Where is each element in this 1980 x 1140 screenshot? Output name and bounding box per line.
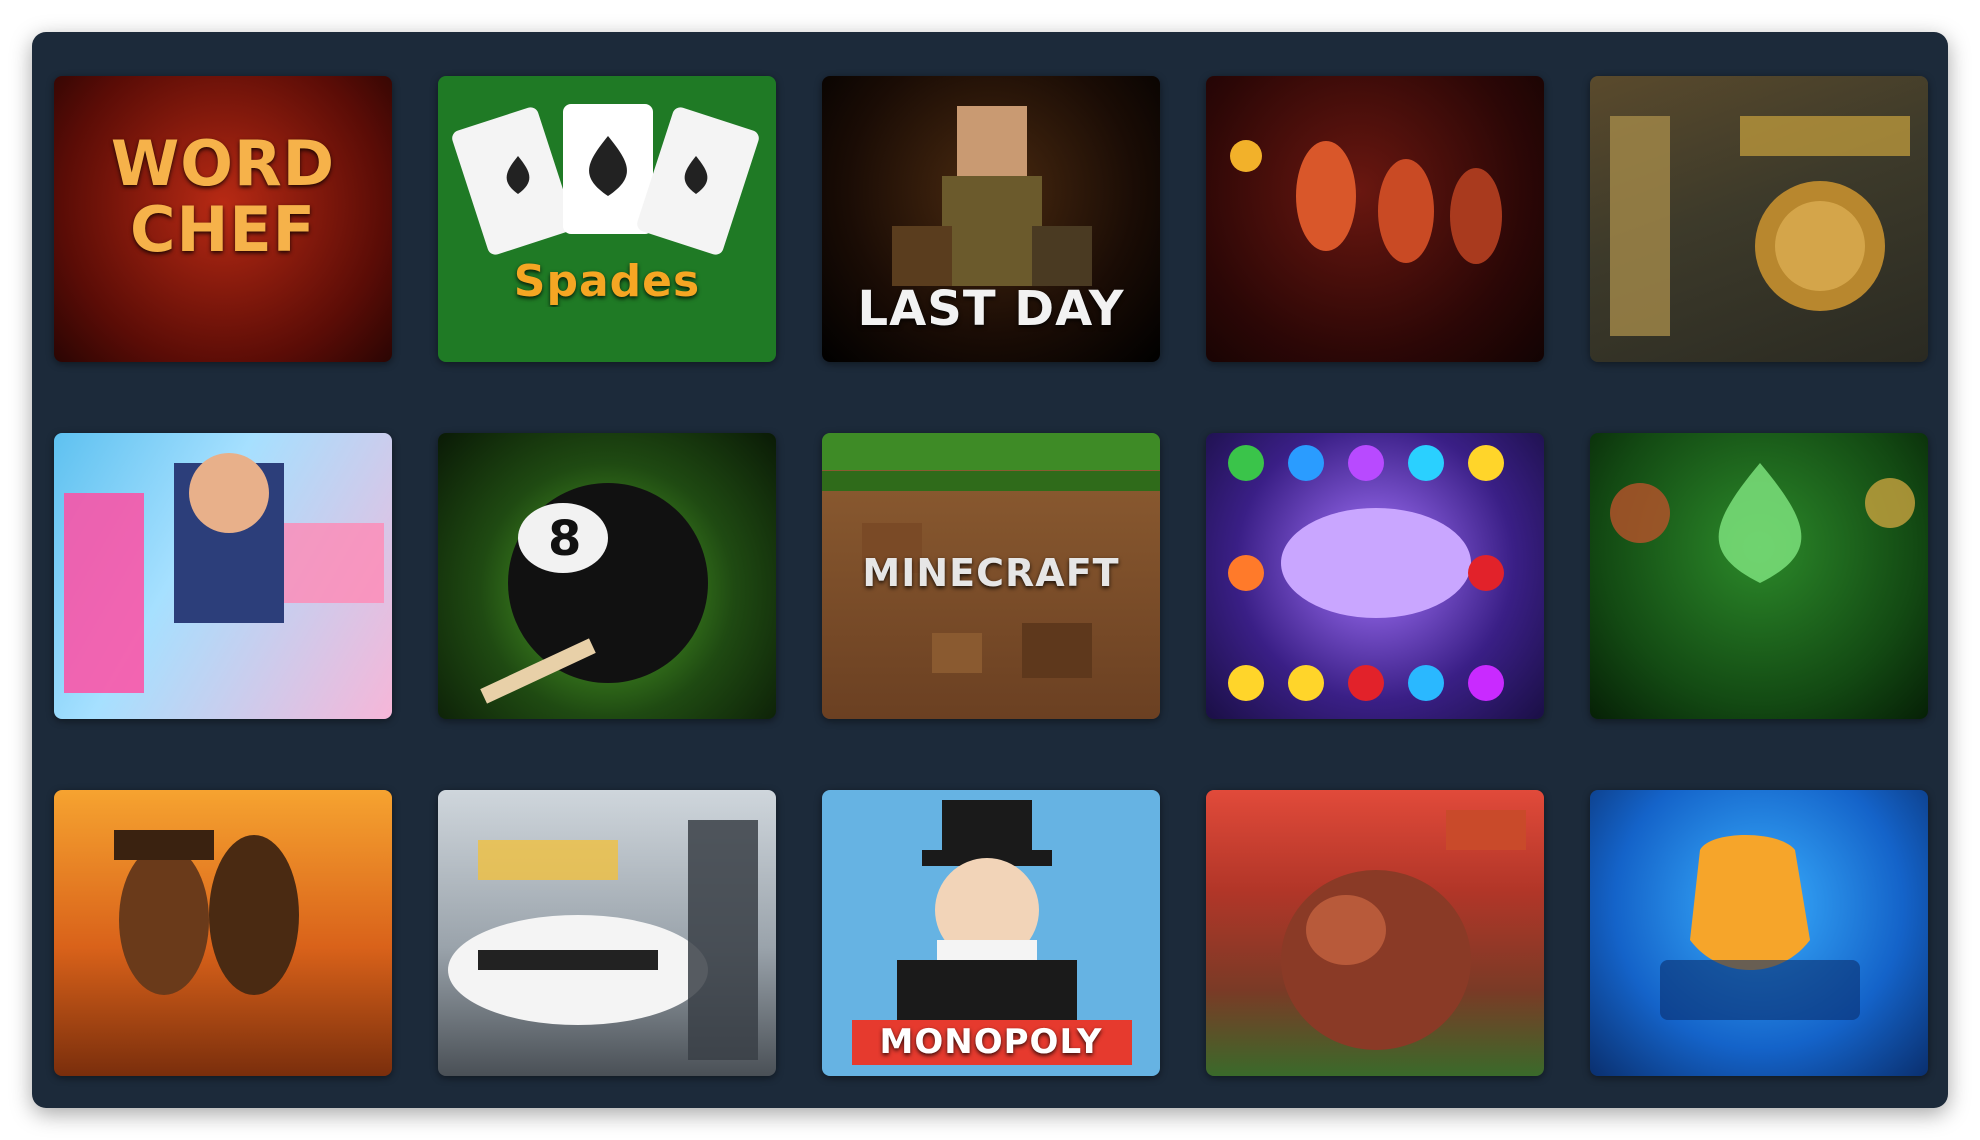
game-tile-4[interactable] (1206, 76, 1544, 362)
game-grid-panel: WORD CHEF Spades LAST DAY 8 MINECRAFT MO… (32, 32, 1948, 1108)
game-tile-monopoly[interactable]: MONOPOLY (822, 790, 1160, 1076)
game-tile-14[interactable] (1206, 790, 1544, 1076)
game-grid: WORD CHEF Spades LAST DAY 8 MINECRAFT MO… (54, 76, 1928, 1096)
game-tile-8-ball[interactable]: 8 (438, 433, 776, 719)
game-title: Spades (513, 256, 701, 307)
game-title: MONOPOLY (879, 1022, 1103, 1062)
game-tile-11[interactable] (54, 790, 392, 1076)
svg-text:8: 8 (548, 511, 581, 567)
game-tile-word-chef[interactable]: WORD CHEF (54, 76, 392, 362)
police-car-art (448, 820, 758, 1060)
character-art (1281, 810, 1526, 1050)
game-tile-minecraft[interactable]: MINECRAFT (822, 433, 1160, 719)
billiard-ball-icon: 8 (480, 483, 708, 704)
game-title: LAST DAY (857, 281, 1125, 337)
character-art (114, 830, 299, 995)
game-title: MINECRAFT (862, 551, 1120, 595)
playing-cards-icon (452, 104, 759, 255)
game-tile-12[interactable] (438, 790, 776, 1076)
character-art (1230, 140, 1502, 264)
game-tile-6[interactable] (54, 433, 392, 719)
game-title: WORD CHEF (110, 131, 336, 263)
game-tile-last-day[interactable]: LAST DAY (822, 76, 1160, 362)
game-tile-9[interactable] (1206, 433, 1544, 719)
spade-icon (1610, 463, 1915, 583)
frog-art (1660, 835, 1860, 1020)
game-tile-spades[interactable]: Spades (438, 76, 776, 362)
game-tile-5[interactable] (1590, 76, 1928, 362)
gems-art (1228, 445, 1504, 701)
character-art (1610, 116, 1910, 336)
game-tile-15[interactable] (1590, 790, 1928, 1076)
game-tile-10[interactable] (1590, 433, 1928, 719)
character-art (64, 453, 384, 693)
